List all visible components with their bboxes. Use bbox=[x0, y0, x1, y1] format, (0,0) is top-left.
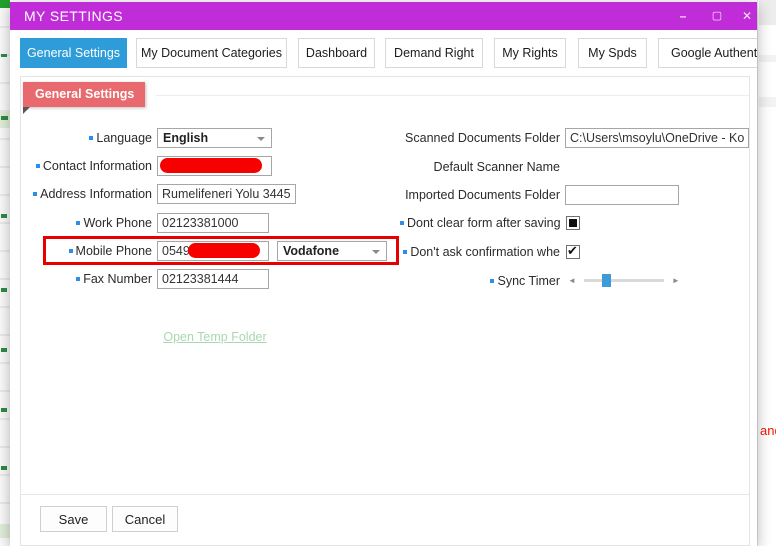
dont-clear-checkbox[interactable] bbox=[566, 216, 580, 230]
cancel-button[interactable]: Cancel bbox=[112, 506, 178, 532]
slider-left-icon[interactable]: ◄ bbox=[568, 276, 576, 286]
work-phone-label: Work Phone bbox=[30, 216, 152, 230]
bullet-icon bbox=[76, 277, 80, 281]
background-artifact bbox=[1, 408, 7, 412]
minimize-icon[interactable]: – bbox=[672, 2, 694, 30]
tab-dashboard[interactable]: Dashboard bbox=[298, 38, 375, 68]
address-input[interactable] bbox=[157, 184, 296, 204]
background-artifact bbox=[1, 288, 7, 292]
background-artifact bbox=[1, 466, 7, 470]
bullet-icon bbox=[36, 164, 40, 168]
window-title: MY SETTINGS bbox=[24, 2, 123, 30]
scanned-folder-label: Scanned Documents Folder bbox=[400, 131, 560, 145]
bullet-icon bbox=[400, 221, 404, 225]
tab-my-rights[interactable]: My Rights bbox=[494, 38, 566, 68]
background-artifact bbox=[0, 0, 10, 8]
background-artifact bbox=[1, 348, 7, 352]
imported-folder-input[interactable] bbox=[565, 185, 679, 205]
background-app-left bbox=[0, 0, 10, 546]
section-header: General Settings bbox=[23, 82, 145, 107]
background-artifact bbox=[759, 0, 776, 25]
background-text: and bbox=[760, 423, 776, 438]
highlight-rectangle bbox=[43, 236, 399, 265]
contact-row: Contact Information bbox=[30, 155, 272, 176]
screen: and MY SETTINGS – ▢ ✕ General Settings M… bbox=[0, 0, 776, 546]
background-artifact bbox=[759, 55, 776, 62]
imported-folder-label: Imported Documents Folder bbox=[400, 188, 560, 202]
dont-ask-checkbox[interactable]: ✔ bbox=[566, 245, 580, 259]
background-artifact bbox=[1, 214, 7, 218]
background-artifact bbox=[759, 97, 776, 107]
address-row: Address Information bbox=[30, 183, 296, 204]
checkmark-icon: ✔ bbox=[567, 244, 578, 258]
save-button[interactable]: Save bbox=[40, 506, 107, 532]
tab-my-spds[interactable]: My Spds bbox=[578, 38, 647, 68]
background-artifact bbox=[1, 116, 8, 120]
slider-track[interactable] bbox=[584, 279, 664, 282]
my-settings-dialog: MY SETTINGS – ▢ ✕ General Settings My Do… bbox=[10, 2, 757, 546]
dont-clear-row: Dont clear form after saving bbox=[400, 212, 580, 233]
scanner-name-row: Default Scanner Name bbox=[400, 156, 560, 177]
open-temp-folder-link[interactable]: Open Temp Folder bbox=[135, 330, 295, 344]
dont-ask-label: Don't ask confirmation whe bbox=[400, 245, 560, 259]
bullet-icon bbox=[33, 192, 37, 196]
dont-ask-row: Don't ask confirmation whe ✔ bbox=[400, 241, 580, 262]
bullet-icon bbox=[89, 136, 93, 140]
background-artifact bbox=[1, 54, 7, 57]
bullet-icon bbox=[76, 221, 80, 225]
fax-input[interactable] bbox=[157, 269, 269, 289]
indeterminate-icon bbox=[569, 219, 577, 227]
background-artifact bbox=[0, 524, 10, 538]
slider-right-icon[interactable]: ► bbox=[672, 276, 680, 286]
tab-my-document-categories[interactable]: My Document Categories bbox=[136, 38, 287, 68]
maximize-icon[interactable]: ▢ bbox=[706, 2, 728, 30]
fax-row: Fax Number bbox=[30, 268, 269, 289]
bullet-icon bbox=[403, 250, 407, 254]
divider bbox=[156, 95, 749, 96]
bullet-icon bbox=[490, 279, 494, 283]
language-row: Language English bbox=[30, 127, 272, 148]
address-label: Address Information bbox=[30, 187, 152, 201]
language-select[interactable]: English bbox=[157, 128, 272, 148]
tab-google-authenticator[interactable]: Google Authenti bbox=[658, 38, 757, 68]
close-icon[interactable]: ✕ bbox=[736, 2, 757, 30]
background-artifact bbox=[0, 112, 10, 128]
chevron-down-icon bbox=[257, 137, 265, 141]
sync-timer-slider[interactable]: ◄ ► bbox=[568, 276, 680, 286]
language-value: English bbox=[163, 131, 208, 145]
redaction-overlay bbox=[160, 158, 262, 173]
language-label: Language bbox=[30, 131, 152, 145]
section-header-fold bbox=[23, 107, 30, 114]
slider-thumb[interactable] bbox=[602, 274, 611, 287]
dont-clear-label: Dont clear form after saving bbox=[400, 216, 560, 230]
scanned-folder-row: Scanned Documents Folder bbox=[400, 127, 749, 148]
sync-timer-row: Sync Timer ◄ ► bbox=[400, 270, 680, 291]
tab-bar: General Settings My Document Categories … bbox=[20, 38, 757, 68]
fax-label: Fax Number bbox=[30, 272, 152, 286]
work-phone-input[interactable] bbox=[157, 213, 269, 233]
imported-folder-row: Imported Documents Folder bbox=[400, 184, 679, 205]
background-app-right: and bbox=[757, 0, 776, 546]
tab-general-settings[interactable]: General Settings bbox=[20, 38, 127, 68]
footer-divider bbox=[21, 494, 749, 495]
tab-demand-right[interactable]: Demand Right bbox=[385, 38, 483, 68]
work-phone-row: Work Phone bbox=[30, 212, 269, 233]
scanner-name-label: Default Scanner Name bbox=[400, 160, 560, 174]
sync-timer-label: Sync Timer bbox=[400, 274, 560, 288]
contact-label: Contact Information bbox=[30, 159, 152, 173]
scanned-folder-input[interactable] bbox=[565, 128, 749, 148]
titlebar[interactable]: MY SETTINGS – ▢ ✕ bbox=[10, 2, 757, 30]
